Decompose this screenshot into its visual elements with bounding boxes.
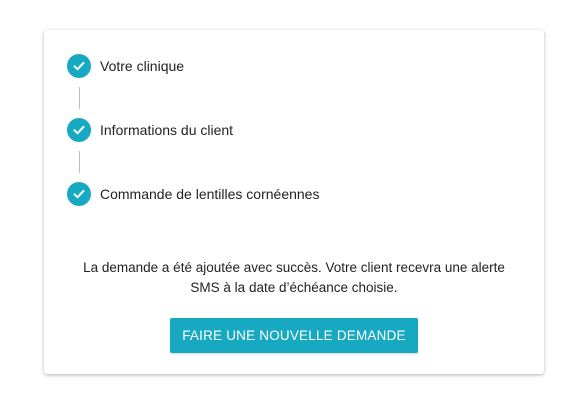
step-label: Informations du client (100, 122, 234, 138)
check-icon (67, 54, 91, 78)
check-icon (67, 182, 91, 206)
step-connector (79, 151, 80, 173)
step-label: Votre clinique (100, 58, 185, 74)
confirmation-card: Votre clinique Informations du client Co… (44, 30, 544, 374)
success-message-line: La demande a été ajoutée avec succès. Vo… (83, 260, 505, 275)
step-client-info: Informations du client (67, 118, 233, 142)
step-label: Commande de lentilles cornéennes (100, 186, 320, 202)
new-request-button[interactable]: FAIRE UNE NOUVELLE DEMANDE (170, 318, 418, 353)
step-clinic: Votre clinique (67, 54, 184, 78)
success-message-line: SMS à la date d’échéance choisie. (190, 280, 398, 295)
success-message: La demande a été ajoutée avec succès. Vo… (44, 258, 544, 298)
step-contact-lens-order: Commande de lentilles cornéennes (67, 182, 319, 206)
step-connector (79, 87, 80, 109)
check-icon (67, 118, 91, 142)
